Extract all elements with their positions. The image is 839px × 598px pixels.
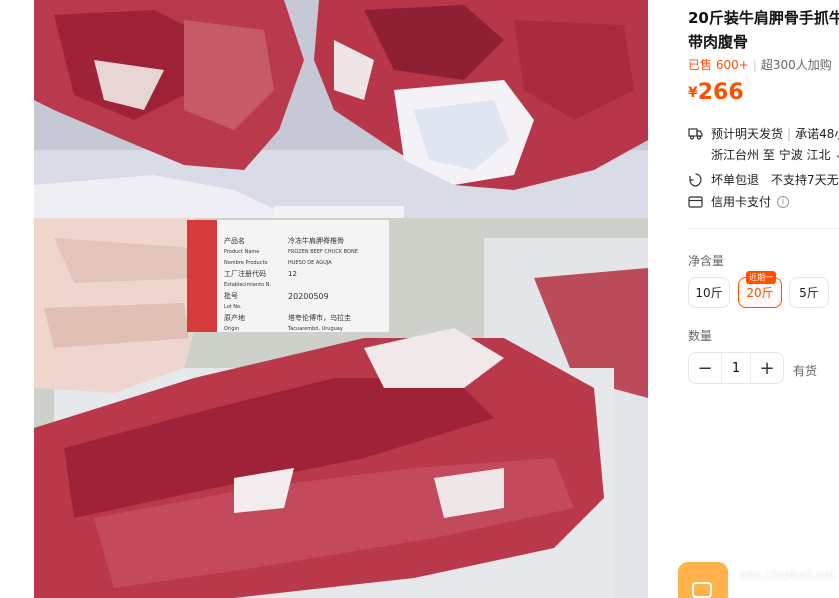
price-value: 266: [697, 80, 744, 105]
label-est-value: 12: [288, 270, 297, 278]
product-label-card: 产品名 Product Name Nombre Producto 工厂注册代码 …: [224, 236, 389, 335]
bad-refund: 坏单包退: [711, 173, 760, 187]
route-row[interactable]: 浙江台州 至 宁波 江北 ⌄: [711, 146, 839, 163]
currency-symbol: ¥: [688, 85, 698, 101]
route-destination: 宁波 江北: [778, 148, 831, 162]
sold-count: 已售 600+: [688, 58, 749, 72]
spec-label: 净含量: [688, 254, 725, 268]
label-plant-value: HUESO DE AGUJA: [288, 260, 332, 266]
guarantee-row[interactable]: 坏单包退不支持7天无理: [688, 171, 839, 188]
watermark: bbs.chiphell.net: [740, 568, 836, 582]
price: ¥266: [688, 80, 744, 105]
product-info-panel: 20斤装牛肩胛骨手抓牛 带肉腹骨 已售 600+ | 超300人加购 ¥266 预计…: [668, 0, 839, 598]
no-return-policy: 不支持7天无理: [771, 173, 839, 187]
ship-promise: 预计明天发货: [711, 127, 784, 141]
floating-cart-button[interactable]: [678, 562, 728, 598]
label-est-cn: 工厂注册代码: [224, 270, 266, 278]
product-title-line2: 带肉腹骨: [688, 33, 749, 51]
stock-status: 有货: [793, 364, 818, 378]
credit-card-icon: [688, 195, 703, 208]
label-lot-en: Lot No.: [224, 304, 242, 310]
meat-bone-image-top: [34, 0, 648, 218]
bag-icon: [692, 582, 712, 598]
spec-option-10[interactable]: 10斤: [688, 277, 730, 308]
quantity-input[interactable]: 1: [721, 353, 751, 383]
refund-icon: [689, 172, 702, 187]
credit-card-pay: 信用卡支付: [711, 195, 772, 209]
shipping-row[interactable]: 预计明天发货|承诺48小时: [688, 125, 839, 142]
info-icon[interactable]: i: [777, 195, 790, 208]
product-gallery: 产品名 Product Name Nombre Producto 工厂注册代码 …: [0, 0, 668, 598]
route-to-word: 至: [762, 148, 775, 162]
label-est-en: Establecimiento N.: [224, 282, 272, 288]
payment-row[interactable]: 信用卡支付 i: [688, 193, 790, 210]
product-title: 20斤装牛肩胛骨手抓牛 带肉腹骨: [688, 6, 839, 54]
sales-info: 已售 600+ | 超300人加购: [688, 58, 832, 72]
label-origin-value-en: Tacuarembó, Uruguay: [288, 326, 343, 332]
divider: [688, 228, 839, 229]
quantity-label: 数量: [688, 329, 713, 343]
label-name-en: Product Name: [224, 249, 260, 255]
label-lot-value: 20200509: [288, 292, 329, 301]
truck-icon: [688, 128, 703, 140]
label-origin-en: Origin: [224, 326, 240, 332]
label-name-value: 冷冻牛肩胛脊椎骨: [288, 237, 344, 245]
label-name-value-en: FROZEN BEEF CHUCK BONE: [288, 249, 358, 255]
product-photo-top[interactable]: [34, 0, 648, 218]
recent-badge: 近期一: [746, 271, 776, 284]
label-origin-value: 塔夸伦博市，乌拉圭: [288, 314, 351, 322]
label-name-cn: 产品名: [224, 237, 245, 245]
product-photo-bottom[interactable]: 产品名 Product Name Nombre Producto 工厂注册代码 …: [34, 218, 648, 598]
increment-button[interactable]: +: [751, 353, 783, 383]
decrement-button[interactable]: −: [689, 353, 721, 383]
label-origin-cn: 原产地: [224, 314, 245, 322]
chevron-down-icon[interactable]: ⌄: [835, 148, 839, 161]
favorite-count: 超300人加购: [760, 58, 832, 72]
label-plant-en: Nombre Producto: [224, 260, 268, 266]
quantity-stepper: − 1 +: [688, 352, 784, 384]
route-from: 浙江台州: [711, 148, 760, 162]
product-title-line1: 20斤装牛肩胛骨手抓牛: [688, 9, 839, 27]
label-lot-cn: 批号: [224, 292, 238, 300]
spec-option-5[interactable]: 5斤: [789, 277, 829, 308]
ship-guarantee: 承诺48小时: [795, 127, 839, 141]
